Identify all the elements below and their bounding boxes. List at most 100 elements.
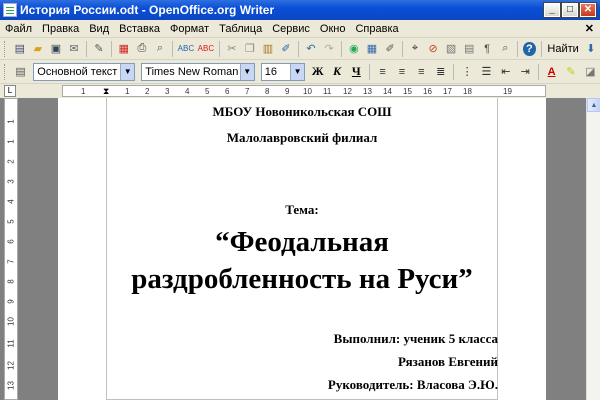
ruler-number: 16	[423, 87, 432, 96]
menu-table[interactable]: Таблица	[214, 23, 267, 35]
school-name: МБОУ Новоникольская СОШ	[212, 104, 392, 119]
paste-icon[interactable]: ▥	[261, 41, 275, 57]
gallery-icon[interactable]: ▧	[444, 41, 458, 57]
document-page[interactable]: МБОУ Новоникольская СОШ Малолавровский ф…	[58, 98, 546, 400]
save-icon[interactable]: ▣	[49, 41, 63, 57]
increase-indent-icon[interactable]: ⇥	[518, 64, 533, 80]
find-label[interactable]: Найти	[547, 43, 578, 55]
writer-app-icon[interactable]	[3, 3, 17, 17]
menu-insert[interactable]: Вставка	[114, 23, 165, 35]
find-down-icon[interactable]: ⬇	[584, 41, 598, 57]
toolbar-separator	[517, 40, 519, 57]
font-name-select[interactable]: Times New Roman ▼	[141, 62, 255, 81]
hyperlink-icon[interactable]: ◉	[347, 41, 361, 57]
autospell-icon[interactable]: ABC	[198, 41, 214, 57]
print-icon[interactable]: ⎙	[135, 41, 149, 57]
decrease-indent-icon[interactable]: ⇤	[498, 64, 513, 80]
vruler-number: 9	[6, 299, 16, 304]
minimize-button[interactable]: _	[543, 2, 561, 18]
toolbar-separator	[341, 40, 342, 57]
document-area[interactable]: МБОУ Новоникольская СОШ Малолавровский ф…	[20, 98, 586, 400]
topic-label: Тема:	[285, 202, 319, 217]
find-replace-icon[interactable]: ⌖	[408, 41, 422, 57]
cut-icon[interactable]: ✂	[225, 41, 239, 57]
preview-icon[interactable]: ⌕	[153, 41, 167, 57]
menu-file[interactable]: Файл	[0, 23, 37, 35]
toolbar-separator	[298, 40, 299, 57]
align-left-icon[interactable]: ≡	[375, 64, 390, 80]
ruler-number: 12	[343, 87, 352, 96]
table-icon[interactable]: ▦	[365, 41, 379, 57]
vruler-number: 13	[6, 381, 16, 390]
menu-view[interactable]: Вид	[84, 23, 114, 35]
ruler-row: L ⧗ 1 1 2 3 4 5 6 7 8 9 10 11 12 13 14 1…	[0, 84, 600, 98]
indent-marker-icon[interactable]: ⧗	[103, 86, 109, 97]
justify-icon[interactable]: ≣	[433, 64, 448, 80]
menu-format[interactable]: Формат	[165, 23, 214, 35]
toolbar-grip[interactable]	[4, 63, 7, 80]
vruler-number: 7	[6, 259, 16, 264]
redo-icon[interactable]: ↷	[322, 41, 336, 57]
chevron-down-icon[interactable]: ▼	[239, 63, 254, 80]
highlight-icon[interactable]: ✎	[563, 64, 578, 80]
background-color-icon[interactable]: ◪	[583, 64, 598, 80]
zoom-icon[interactable]: ⌕	[498, 41, 512, 57]
italic-button[interactable]: К	[328, 63, 345, 81]
copy-icon[interactable]: ❐	[243, 41, 257, 57]
underline-button[interactable]: Ч	[348, 63, 365, 81]
menu-help[interactable]: Справка	[350, 23, 403, 35]
ruler-number: 1	[125, 87, 130, 96]
branch-name: Малолавровский филиал	[226, 130, 378, 145]
toolbar-grip[interactable]	[4, 40, 7, 57]
new-icon[interactable]: ▤	[13, 41, 27, 57]
menu-tools[interactable]: Сервис	[267, 23, 315, 35]
menu-window[interactable]: Окно	[315, 23, 351, 35]
horizontal-ruler[interactable]: ⧗ 1 1 2 3 4 5 6 7 8 9 10 11 12 13 14 15 …	[62, 85, 546, 97]
chevron-down-icon[interactable]: ▼	[290, 63, 305, 80]
tab-stop-selector[interactable]: L	[4, 85, 16, 97]
font-size-select[interactable]: 16 ▼	[260, 62, 306, 81]
paragraph-style-select[interactable]: Основной текст ▼	[33, 62, 136, 81]
styles-icon[interactable]: ▤	[13, 64, 28, 80]
vertical-ruler[interactable]: 1 1 2 3 4 5 6 7 8 9 10 11 12 13	[4, 98, 18, 400]
ruler-number: 7	[245, 87, 250, 96]
ruler-number: 4	[185, 87, 190, 96]
maximize-button[interactable]: □	[561, 2, 579, 18]
draw-icon[interactable]: ✐	[383, 41, 397, 57]
toolbar-separator	[172, 40, 173, 57]
bullets-icon[interactable]: ☰	[479, 64, 494, 80]
vruler-number: 5	[6, 219, 16, 224]
align-center-icon[interactable]: ≡	[394, 64, 409, 80]
datasources-icon[interactable]: ▤	[462, 41, 476, 57]
edit-icon[interactable]: ✎	[92, 41, 106, 57]
menu-edit[interactable]: Правка	[37, 23, 84, 35]
title-line-2: раздробленность на Руси”	[131, 263, 473, 295]
ruler-number: 14	[383, 87, 392, 96]
formatting-toolbar: ▤ Основной текст ▼ Times New Roman ▼ 16 …	[0, 60, 600, 84]
help-icon[interactable]: ?	[523, 41, 536, 56]
clone-icon[interactable]: ✐	[279, 41, 293, 57]
ruler-number: 2	[145, 87, 150, 96]
spellcheck-icon[interactable]: ABC	[178, 41, 194, 57]
numbering-icon[interactable]: ⋮	[459, 64, 474, 80]
close-button[interactable]: ✕	[579, 2, 597, 18]
font-color-icon[interactable]: A	[544, 64, 559, 80]
chevron-down-icon[interactable]: ▼	[120, 63, 135, 80]
align-right-icon[interactable]: ≡	[414, 64, 429, 80]
vertical-scrollbar[interactable]: ▲	[586, 98, 600, 400]
navigator-icon[interactable]: ⊘	[426, 41, 440, 57]
toolbar-separator	[402, 40, 403, 57]
title-bar: История России.odt - OpenOffice.org Writ…	[0, 0, 600, 20]
pdf-icon[interactable]: ▦	[117, 41, 131, 57]
open-icon[interactable]: ▰	[31, 41, 45, 57]
undo-icon[interactable]: ↶	[304, 41, 318, 57]
vruler-number: 11	[6, 339, 16, 348]
author-name: Рязанов Евгений	[398, 354, 498, 369]
paragraph-style-value: Основной текст	[37, 65, 118, 78]
close-document-icon[interactable]: ✕	[585, 22, 594, 35]
email-icon[interactable]: ✉	[67, 41, 81, 57]
scroll-up-icon[interactable]: ▲	[587, 98, 600, 112]
toolbar-separator	[218, 40, 220, 57]
bold-button[interactable]: Ж	[309, 63, 326, 81]
nonprinting-icon[interactable]: ¶	[480, 41, 494, 57]
